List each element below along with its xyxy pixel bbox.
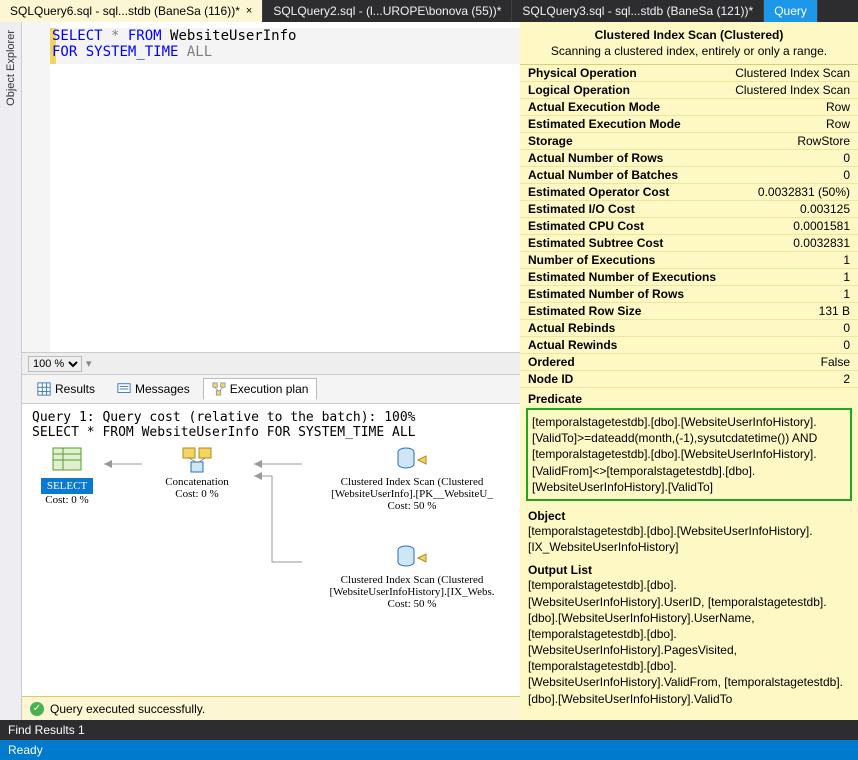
index-scan-icon — [396, 446, 428, 474]
tooltip-row: Estimated Number of Rows1 — [520, 286, 858, 303]
tab-execution-plan[interactable]: Execution plan — [203, 378, 318, 400]
plan-icon — [212, 382, 226, 396]
query-sql-header: SELECT * FROM WebsiteUserInfo FOR SYSTEM… — [32, 425, 510, 440]
editor-gutter — [22, 22, 50, 352]
object-value: [temporalstagetestdb].[dbo].[WebsiteUser… — [520, 523, 858, 559]
tooltip-row: Actual Rebinds0 — [520, 320, 858, 337]
grid-icon — [37, 382, 51, 396]
tooltip-row: Logical OperationClustered Index Scan — [520, 82, 858, 99]
messages-icon — [117, 382, 131, 396]
tooltip-row: Estimated Execution ModeRow — [520, 116, 858, 133]
object-label: Object — [520, 505, 858, 523]
tooltip-row: Node ID2 — [520, 371, 858, 388]
tooltip-row: Estimated Subtree Cost0.0032831 — [520, 235, 858, 252]
tooltip-row: Number of Executions1 — [520, 252, 858, 269]
tooltip-row: Actual Rewinds0 — [520, 337, 858, 354]
predicate-label: Predicate — [520, 388, 858, 406]
plan-node-scan-primary[interactable]: Clustered Index Scan (Clustered [Website… — [302, 446, 520, 512]
ready-status: Ready — [0, 740, 858, 760]
tooltip-row: StorageRowStore — [520, 133, 858, 150]
tab-messages[interactable]: Messages — [108, 378, 199, 400]
tab-results[interactable]: Results — [28, 378, 104, 400]
tab-query6[interactable]: SQLQuery6.sql - sql...stdb (BaneSa (116)… — [0, 0, 263, 22]
tooltip-subtitle: Scanning a clustered index, entirely or … — [520, 44, 858, 65]
tooltip-row: Actual Number of Batches0 — [520, 167, 858, 184]
success-icon: ✓ — [30, 702, 44, 716]
zoom-dropdown[interactable]: 100 % — [28, 356, 82, 372]
tooltip-row: Estimated I/O Cost0.003125 — [520, 201, 858, 218]
tooltip-row: Actual Execution ModeRow — [520, 99, 858, 116]
chevron-left-icon[interactable]: ▾ — [86, 357, 92, 370]
zoom-bar: 100 % ▾ — [22, 352, 520, 374]
tab-query-cut[interactable]: Query — [764, 0, 818, 22]
tooltip-row: Estimated Number of Executions1 — [520, 269, 858, 286]
select-icon — [51, 446, 83, 474]
find-results-tab[interactable]: Find Results 1 — [0, 720, 858, 740]
plan-node-scan-history[interactable]: Clustered Index Scan (Clustered [Website… — [302, 544, 520, 610]
close-icon[interactable]: × — [246, 5, 252, 17]
plan-node-concatenation[interactable]: Concatenation Cost: 0 % — [142, 446, 252, 500]
sql-editor[interactable]: SELECT * FROM WebsiteUserInfo FOR SYSTEM… — [22, 22, 520, 352]
query-cost-header: Query 1: Query cost (relative to the bat… — [32, 410, 510, 425]
tab-query3[interactable]: SQLQuery3.sql - sql...stdb (BaneSa (121)… — [512, 0, 764, 22]
output-list-label: Output List — [520, 559, 858, 577]
tooltip-row: Estimated Operator Cost0.0032831 (50%) — [520, 184, 858, 201]
status-bar: ✓ Query executed successfully. — [22, 696, 520, 720]
results-tabstrip: Results Messages Execution plan — [22, 374, 520, 404]
tab-query2[interactable]: SQLQuery2.sql - (l...UROPE\bonova (55))* — [263, 0, 512, 22]
operator-tooltip: Clustered Index Scan (Clustered) Scannin… — [520, 22, 858, 720]
tooltip-row: Physical OperationClustered Index Scan — [520, 65, 858, 82]
plan-node-select[interactable]: SELECT Cost: 0 % — [32, 446, 102, 506]
execution-plan-pane[interactable]: Query 1: Query cost (relative to the bat… — [22, 404, 520, 696]
tooltip-row: Actual Number of Rows0 — [520, 150, 858, 167]
predicate-value: [temporalstagetestdb].[dbo].[WebsiteUser… — [526, 408, 852, 501]
tooltip-title: Clustered Index Scan (Clustered) — [520, 22, 858, 44]
tooltip-row: Estimated Row Size131 B — [520, 303, 858, 320]
index-scan-icon — [396, 544, 428, 572]
concatenation-icon — [181, 446, 213, 474]
document-tabs: SQLQuery6.sql - sql...stdb (BaneSa (116)… — [0, 0, 858, 22]
tooltip-row: Estimated CPU Cost0.0001581 — [520, 218, 858, 235]
object-explorer-tab[interactable]: Object Explorer — [0, 22, 22, 720]
tooltip-row: OrderedFalse — [520, 354, 858, 371]
output-list-value: [temporalstagetestdb].[dbo].[WebsiteUser… — [520, 577, 858, 711]
